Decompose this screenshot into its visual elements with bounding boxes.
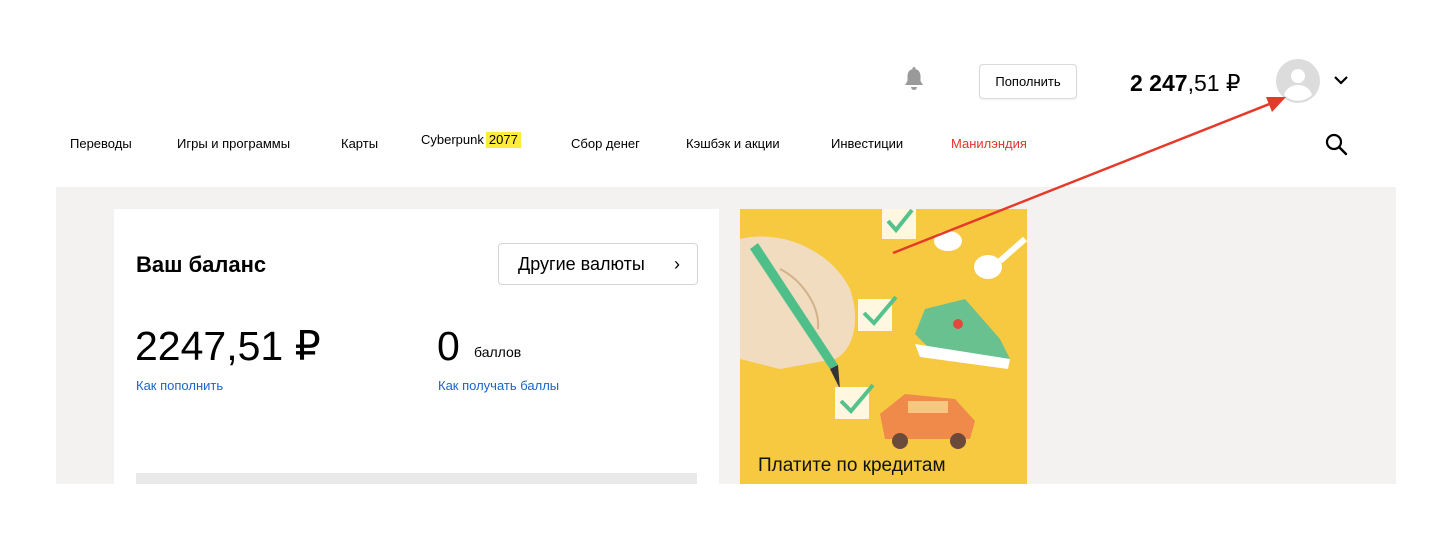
nav-cashback[interactable]: Кэшбэк и акции [686,136,780,152]
promo-banner[interactable]: Платите по кредитам кошельком [740,209,1027,484]
how-to-earn-points-link[interactable]: Как получать баллы [438,378,559,393]
nav-cyberpunk-badge: 2077 [485,132,521,148]
nav-games-software[interactable]: Игры и программы [177,136,290,152]
nav-cards[interactable]: Карты [341,136,378,152]
how-to-topup-link[interactable]: Как пополнить [136,378,223,393]
nav-fundraising[interactable]: Сбор денег [571,136,640,152]
header-balance-fraction: ,51 ₽ [1187,70,1241,96]
points-label: баллов [474,344,522,360]
search-icon[interactable] [1324,132,1348,156]
card-bottom-block [136,473,697,484]
promo-illustration [740,209,1027,449]
nav-cyberpunk[interactable]: Cyberpunk 2077 [421,132,521,148]
header-balance: 2 247,51 ₽ [1130,68,1241,98]
nav-transfers[interactable]: Переводы [70,136,132,152]
topup-button[interactable]: Пополнить [979,64,1077,99]
bell-icon[interactable] [903,66,925,92]
balance-amount: 2247,51 ₽ [135,323,321,369]
nav-cyberpunk-label: Cyberpunk [421,132,484,147]
chevron-right-icon: › [674,254,680,274]
chevron-down-icon[interactable] [1333,73,1349,87]
other-currencies-label: Другие валюты [518,254,645,274]
balance-card-title: Ваш баланс [136,252,267,277]
promo-text: Платите по кредитам кошельком [758,455,946,484]
points-value: 0 [437,323,460,369]
other-currencies-button[interactable]: Другие валюты › [498,243,698,285]
user-avatar-icon[interactable] [1276,59,1320,103]
header-balance-integer: 2 247 [1130,70,1188,96]
nav-investments[interactable]: Инвестиции [831,136,903,152]
nav-manilandia[interactable]: Манилэндия [951,136,1027,152]
